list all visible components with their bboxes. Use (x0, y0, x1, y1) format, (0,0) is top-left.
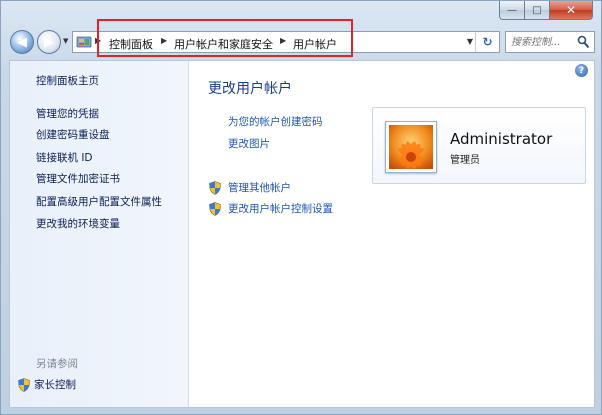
manage-other-accounts-link[interactable]: 管理其他帐户 (209, 180, 291, 195)
close-button[interactable]: ✕ (550, 1, 593, 20)
breadcrumb-separator-icon[interactable]: ▶ (161, 36, 167, 45)
sidebar-item-manage-credentials[interactable]: 管理您的凭据 (36, 106, 99, 121)
orange-flower-picture (389, 125, 433, 169)
address-dropdown-icon[interactable]: ▼ (467, 37, 473, 46)
address-bar[interactable]: ▶ 控制面板 ▶ 用户帐户和家庭安全 ▶ 用户帐户 ▼ ↻ (72, 31, 500, 53)
search-input[interactable] (511, 33, 581, 51)
maximize-button[interactable]: □ (525, 1, 550, 20)
sidebar-item-link-online-id[interactable]: 链接联机 ID (36, 150, 93, 165)
breadcrumb-separator-icon[interactable]: ▶ (280, 36, 286, 45)
change-uac-settings-label[interactable]: 更改用户帐户控制设置 (228, 201, 333, 216)
search-icon[interactable] (577, 35, 590, 49)
account-name: Administrator (450, 130, 553, 148)
sidebar-item-environment-variables[interactable]: 更改我的环境变量 (36, 216, 120, 231)
breadcrumb-control-panel[interactable]: 控制面板 (109, 36, 153, 52)
refresh-icon[interactable]: ↻ (475, 32, 499, 52)
breadcrumb-user-accounts[interactable]: 用户帐户 (293, 36, 337, 52)
caption-buttons: — □ ✕ (499, 1, 593, 20)
sidebar: 控制面板主页 管理您的凭据 创建密码重设盘 链接联机 ID 管理文件加密证书 配… (9, 60, 189, 408)
parental-controls-label[interactable]: 家长控制 (34, 377, 76, 392)
uac-shield-icon (18, 377, 30, 392)
uac-shield-icon (209, 180, 221, 195)
search-box[interactable] (505, 31, 595, 53)
sidebar-item-create-password-reset-disk[interactable]: 创建密码重设盘 (36, 127, 110, 142)
sidebar-item-manage-encryption-certificates[interactable]: 管理文件加密证书 (36, 171, 120, 186)
avatar[interactable] (385, 121, 437, 173)
main-pane: ? 更改用户帐户 为您的帐户创建密码 更改图片 管理其他帐户 更改用户帐户控制设… (189, 60, 595, 408)
recent-pages-dropdown[interactable]: ▼ (63, 37, 68, 45)
manage-other-accounts-label[interactable]: 管理其他帐户 (228, 180, 291, 195)
sidebar-item-parental-controls[interactable]: 家长控制 (18, 377, 76, 392)
change-picture-link[interactable]: 更改图片 (228, 136, 270, 151)
back-arrow-icon[interactable]: ◀ (10, 30, 34, 54)
help-icon[interactable]: ? (575, 64, 588, 77)
sidebar-control-panel-home[interactable]: 控制面板主页 (36, 73, 99, 88)
see-also-heading: 另请参阅 (36, 358, 78, 370)
window-frame: — □ ✕ ◀ ▶ ▼ ▶ 控制面板 ▶ 用户帐户和家庭安全 ▶ 用户帐户 ▼ … (0, 0, 602, 415)
forward-arrow-icon[interactable]: ▶ (37, 30, 61, 54)
account-role: 管理员 (450, 155, 480, 166)
minimize-button[interactable]: — (499, 1, 525, 20)
page-title: 更改用户帐户 (208, 81, 292, 97)
control-panel-icon (76, 36, 92, 48)
change-uac-settings-link[interactable]: 更改用户帐户控制设置 (209, 201, 333, 216)
uac-shield-icon (209, 201, 221, 216)
breadcrumb-user-accounts-family-safety[interactable]: 用户帐户和家庭安全 (174, 36, 273, 52)
create-password-link[interactable]: 为您的帐户创建密码 (228, 114, 323, 129)
breadcrumb-separator-icon[interactable]: ▶ (95, 36, 101, 45)
account-card: Administrator 管理员 (372, 107, 586, 184)
sidebar-item-advanced-profile-properties[interactable]: 配置高级用户配置文件属性 (36, 194, 162, 209)
